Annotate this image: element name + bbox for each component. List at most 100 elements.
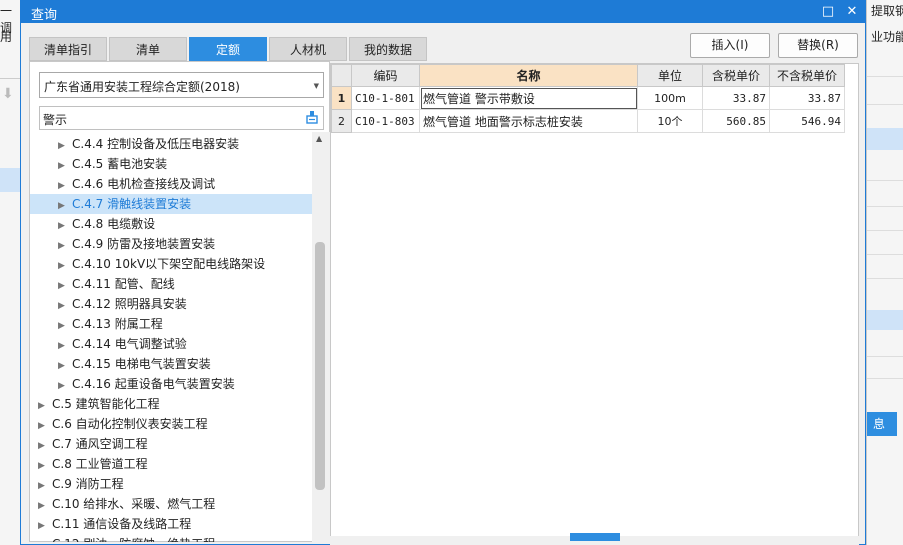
expand-arrow-icon[interactable]: ▶ [58,316,72,336]
cell-code[interactable]: C10-1-803 [351,109,420,133]
tab-list-guide[interactable]: 清单指引 [29,37,107,61]
column-header-name[interactable]: 名称 [419,64,638,87]
expand-arrow-icon[interactable]: ▶ [58,156,72,176]
tree-node[interactable]: ▶C.12 刷油、防腐蚀、绝热工程 [38,534,215,542]
expand-arrow-icon[interactable]: ▶ [58,336,72,356]
tree-node[interactable]: ▶ C.4.7 滑触线装置安装 [30,194,312,214]
tree-node[interactable]: ▶ C.4.15 电梯电气装置安装 [58,354,211,374]
cell-price-tax[interactable]: 560.85 [702,109,770,133]
tree-node-label: C.4.14 电气调整试验 [72,337,187,351]
cell-price-tax[interactable]: 33.87 [702,86,770,110]
tree-node[interactable]: ▶ C.11 通信设备及线路工程 [38,514,191,534]
background-right-text[interactable]: 提取钢 [871,2,903,19]
insert-button[interactable]: 插入(I) [690,33,770,58]
divider [867,206,903,207]
expand-arrow-icon[interactable]: ▶ [58,216,72,236]
search-input[interactable]: 警示 [39,106,324,130]
cell-price-notax[interactable]: 546.94 [769,109,845,133]
expand-arrow-icon[interactable]: ▶ [38,436,52,456]
scrollbar-thumb[interactable] [315,242,325,490]
table-header-row: 编码 名称 单位 含税单价 不含税单价 [331,64,845,87]
expand-arrow-icon[interactable]: ▶ [58,276,72,296]
cell-name[interactable]: 燃气管道 警示带敷设 [419,86,638,110]
tree-node-label: C.4.5 蓄电池安装 [72,157,168,171]
cell-code[interactable]: C10-1-801 [351,86,420,110]
column-header-price-tax[interactable]: 含税单价 [702,64,770,87]
tree-node[interactable]: ▶ C.7 通风空调工程 [38,434,148,454]
expand-arrow-icon[interactable]: ▶ [38,456,52,476]
tree-node[interactable]: ▶ C.4.14 电气调整试验 [58,334,187,354]
expand-arrow-icon[interactable]: ▶ [38,476,52,496]
maximize-icon[interactable]: □ [819,3,837,21]
cell-unit[interactable]: 100m [637,86,703,110]
tree-node-label: C.4.6 电机检查接线及调试 [72,177,216,191]
divider [867,76,903,77]
tree-node-label: C.4.11 配管、配线 [72,277,175,291]
expand-arrow-icon[interactable]: ▶ [38,516,52,536]
tree-node-label: C.4.4 控制设备及低压电器安装 [72,137,240,151]
tree-node[interactable]: ▶ C.6 自动化控制仪表安装工程 [38,414,208,434]
tree-node[interactable]: ▶ C.4.16 起重设备电气装置安装 [58,374,235,394]
chevron-down-icon: ▼ [313,82,319,90]
table-row[interactable]: 1 C10-1-801 燃气管道 警示带敷设 100m 33.87 33.87 [331,86,845,110]
tab-quota[interactable]: 定额 [189,37,267,61]
expand-arrow-icon[interactable]: ▶ [58,196,72,216]
cell-unit[interactable]: 10个 [637,109,703,133]
tree-node[interactable]: ▶ C.4.10 10kV以下架空配电线路架设 [58,254,265,274]
scroll-up-icon[interactable]: ▲ [316,134,322,143]
expand-arrow-icon[interactable]: ▶ [38,496,52,516]
tree-node-label: C.9 消防工程 [52,477,124,491]
tree-node-label: C.4.8 电缆敷设 [72,217,156,231]
replace-button[interactable]: 替换(R) [778,33,858,58]
expand-arrow-icon[interactable]: ▶ [58,256,72,276]
tree-node[interactable]: ▶ C.4.6 电机检查接线及调试 [58,174,215,194]
tree-node-label: C.4.9 防雷及接地装置安装 [72,237,216,251]
category-tree: ▶ C.4.4 控制设备及低压电器安装 ▶ C.4.5 蓄电池安装 ▶ C.4.6 电机检… [30,132,312,542]
expand-arrow-icon[interactable]: ▶ [58,136,72,156]
tree-node[interactable]: ▶ C.9 消防工程 [38,474,124,494]
expand-arrow-icon[interactable]: ▶ [58,176,72,196]
divider [867,180,903,181]
tree-node[interactable]: ▶ C.4.4 控制设备及低压电器安装 [58,134,239,154]
divider [0,78,20,79]
background-right-text-2[interactable]: 业功能 [871,28,903,45]
scrollbar-thumb[interactable] [570,533,620,541]
tree-node[interactable]: ▶ C.4.8 电缆敷设 [58,214,155,234]
tree-node-label: C.4.12 照明器具安装 [72,297,187,311]
expand-arrow-icon[interactable]: ▶ [58,376,72,396]
tree-node[interactable]: ▶ C.8 工业管道工程 [38,454,148,474]
tree-node[interactable]: ▶ C.4.13 附属工程 [58,314,163,334]
expand-arrow-icon[interactable]: ▶ [58,296,72,316]
tree-node-label: C.7 通风空调工程 [52,437,148,451]
filter-icon[interactable] [305,110,319,126]
tree-node[interactable]: ▶ C.10 给排水、采暖、燃气工程 [38,494,215,514]
expand-arrow-icon[interactable]: ▶ [58,356,72,376]
expand-arrow-icon[interactable]: ▶ [38,416,52,436]
table-row[interactable]: 2 C10-1-803 燃气管道 地面警示标志桩安装 10个 560.85 54… [331,109,845,133]
tree-node[interactable]: ▶ C.5 建筑智能化工程 [38,394,160,414]
expand-arrow-icon[interactable]: ▶ [58,236,72,256]
tree-node-label: C.4.7 滑触线装置安装 [72,197,192,211]
column-header-code[interactable]: 编码 [351,64,420,87]
column-header-price-notax[interactable]: 不含税单价 [769,64,845,87]
tab-my-data[interactable]: 我的数据 [349,37,427,61]
tree-scrollbar[interactable]: ▲ [312,132,330,542]
tree-node[interactable]: ▶ C.4.5 蓄电池安装 [58,154,167,174]
down-arrow-icon: ⬇ [2,86,14,102]
tab-list[interactable]: 清单 [109,37,187,61]
close-icon[interactable]: ✕ [843,3,861,21]
info-button[interactable]: 息 [867,412,897,436]
expand-arrow-icon[interactable]: ▶ [38,396,52,416]
table-scrollbar[interactable] [330,533,859,545]
row-index: 2 [331,109,352,133]
cell-price-notax[interactable]: 33.87 [769,86,845,110]
cell-name[interactable]: 燃气管道 地面警示标志桩安装 [419,109,638,133]
tab-materials[interactable]: 人材机 [269,37,347,61]
tree-node[interactable]: ▶ C.4.11 配管、配线 [58,274,175,294]
library-select[interactable]: 广东省通用安装工程综合定额(2018) ▼ [39,72,324,98]
expand-arrow-icon[interactable]: ▶ [38,536,52,542]
tree-node[interactable]: ▶ C.4.9 防雷及接地装置安装 [58,234,215,254]
column-header-unit[interactable]: 单位 [637,64,703,87]
tree-node[interactable]: ▶ C.4.12 照明器具安装 [58,294,187,314]
divider [867,356,903,357]
